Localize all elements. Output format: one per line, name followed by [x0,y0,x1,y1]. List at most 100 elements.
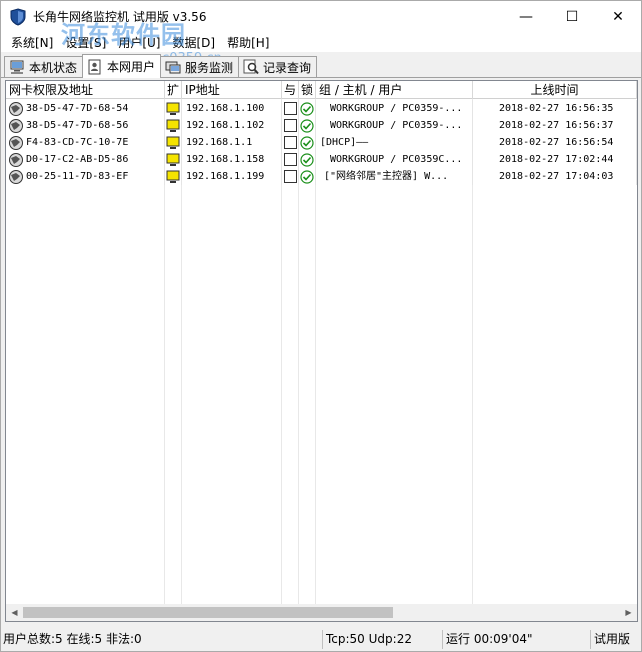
header-mac[interactable]: 网卡权限及地址 [6,81,165,99]
check-icon [300,169,314,184]
grid-rows: 38-D5-47-7D-68-54 192.168.1.100 WORKGROU… [6,100,637,185]
globe-icon [9,101,23,116]
pc-icon [166,153,180,166]
globe-icon [9,135,23,150]
lock-cell [299,134,316,151]
scroll-left-button[interactable]: ◀ [6,604,23,621]
user-list-grid: 网卡权限及地址 扩 IP地址 与 锁 组 / 主机 / 用户 上线时间 38-D… [5,80,638,622]
horizontal-scrollbar[interactable]: ◀ ▶ [6,604,637,621]
scroll-right-button[interactable]: ▶ [620,604,637,621]
mac-address: F4-83-CD-7C-10-7E [26,137,129,148]
status-runtime: 运行 00:09'04" [443,630,591,649]
tab-label: 本网用户 [107,60,156,74]
scroll-track[interactable] [23,604,620,621]
check-icon [300,118,314,133]
lock-cell [299,100,316,117]
group-cell: [DHCP]—— [316,134,473,151]
mac-address: 00-25-11-7D-83-EF [26,171,129,182]
pc-icon [166,170,180,183]
search-icon [243,59,259,75]
tab-label: 服务监测 [185,60,234,75]
ip-cell: 192.168.1.100 [182,100,282,117]
ext-cell [165,100,182,117]
close-icon: ✕ [612,8,624,25]
pc-icon [166,136,180,149]
ip-cell: 192.168.1.1 [182,134,282,151]
pc-icon [166,119,180,132]
status-user-count: 用户总数:5 在线:5 非法:0 [1,630,323,649]
table-row[interactable]: F4-83-CD-7C-10-7E 192.168.1.1 [DHCP]—— 2… [6,134,637,151]
mac-address: D0-17-C2-AB-D5-86 [26,154,129,165]
tab-local-status[interactable]: 本机状态 [4,56,84,77]
users-icon [88,59,101,74]
tab-bar: 本机状态 本网用户 服务监测 记录查询 [1,54,641,78]
table-row[interactable]: 38-D5-47-7D-68-54 192.168.1.100 WORKGROU… [6,100,637,117]
minimize-icon: — [519,8,533,25]
flag1-cell [282,134,299,151]
mac-cell: 00-25-11-7D-83-EF [6,168,165,185]
mac-cell: 38-D5-47-7D-68-54 [6,100,165,117]
menu-help[interactable]: 帮助[H] [221,34,275,51]
scroll-thumb[interactable] [23,607,393,618]
tab-label: 本机状态 [29,60,78,75]
check-icon [300,135,314,150]
time-cell: 2018-02-27 16:56:37 [473,117,637,134]
chevron-right-icon: ▶ [625,608,632,617]
flag1-cell [282,151,299,168]
mac-cell: 38-D5-47-7D-68-56 [6,117,165,134]
maximize-button[interactable]: ☐ [549,1,595,32]
grid-header: 网卡权限及地址 扩 IP地址 与 锁 组 / 主机 / 用户 上线时间 [6,81,637,99]
globe-icon [9,169,23,184]
header-group[interactable]: 组 / 主机 / 用户 [316,81,473,99]
group-cell: ["网络邻居"主控器] W... [316,168,473,185]
ip-cell: 192.168.1.158 [182,151,282,168]
checkbox[interactable] [283,153,297,166]
header-ext[interactable]: 扩 [165,81,182,99]
mac-cell: D0-17-C2-AB-D5-86 [6,151,165,168]
ext-cell [165,117,182,134]
tab-label: 记录查询 [263,60,312,75]
close-button[interactable]: ✕ [595,1,641,32]
header-ip[interactable]: IP地址 [182,81,282,99]
maximize-icon: ☐ [565,8,579,25]
computer-icon [10,60,24,74]
tab-network-users[interactable]: 本网用户 [82,54,162,78]
tab-service-monitor[interactable]: 服务监测 [160,56,240,77]
checkbox[interactable] [283,102,297,115]
time-cell: 2018-02-27 16:56:54 [473,134,637,151]
table-row[interactable]: 38-D5-47-7D-68-56 192.168.1.102 WORKGROU… [6,117,637,134]
group-cell: WORKGROUP / PC0359C... [316,151,473,168]
lock-cell [299,151,316,168]
mac-cell: F4-83-CD-7C-10-7E [6,134,165,151]
check-icon [300,101,314,116]
group-cell: WORKGROUP / PC0359-... [316,117,473,134]
pc-icon [166,102,180,115]
time-cell: 2018-02-27 16:56:35 [473,100,637,117]
header-online-time[interactable]: 上线时间 [473,81,637,99]
globe-icon [9,152,23,167]
checkbox[interactable] [283,119,297,132]
ip-cell: 192.168.1.102 [182,117,282,134]
tab-record-query[interactable]: 记录查询 [238,56,318,77]
mac-address: 38-D5-47-7D-68-54 [26,103,129,114]
watermark-text: 河东软件园 [61,21,186,49]
lock-cell [299,168,316,185]
check-icon [300,152,314,167]
flag1-cell [282,117,299,134]
ip-cell: 192.168.1.199 [182,168,282,185]
header-flag1[interactable]: 与 [282,81,299,99]
table-row[interactable]: D0-17-C2-AB-D5-86 192.168.1.158 WORKGROU… [6,151,637,168]
time-cell: 2018-02-27 17:04:03 [473,168,637,185]
menu-system[interactable]: 系统[N] [5,34,59,51]
mac-address: 38-D5-47-7D-68-56 [26,120,129,131]
time-cell: 2018-02-27 17:02:44 [473,151,637,168]
header-lock[interactable]: 锁 [299,81,316,99]
monitor-icon [165,61,181,74]
table-row[interactable]: 00-25-11-7D-83-EF 192.168.1.199 ["网络邻居"主… [6,168,637,185]
status-traffic: Tcp:50 Udp:22 [323,630,443,649]
checkbox[interactable] [283,136,297,149]
checkbox[interactable] [283,170,297,183]
lock-cell [299,117,316,134]
minimize-button[interactable]: — [503,1,549,32]
window-controls: — ☐ ✕ [503,1,641,32]
